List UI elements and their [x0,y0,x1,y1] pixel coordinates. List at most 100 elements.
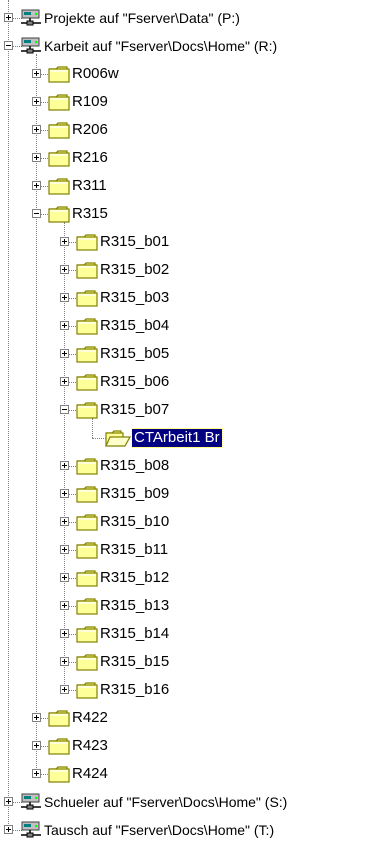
expand-icon[interactable] [32,741,41,750]
tree-item-label: R311 [72,177,107,194]
folder-icon [48,204,70,228]
tree-item-label: CTArbeit1 Br [131,428,223,448]
folder-icon [76,596,98,620]
folder-tree: Projekte auf "Fserver\Data" (P:) Karbeit… [0,0,385,838]
tree-item-drive[interactable]: Tausch auf "Fserver\Docs\Home" (T:) [0,816,385,844]
tree-item-label: Projekte auf "Fserver\Data" (P:) [44,10,240,26]
tree-item-label: R006w [72,65,119,82]
tree-item-folder[interactable]: R422 [0,704,385,732]
tree-item-folder[interactable]: R315_b03 [0,284,385,312]
folder-icon [76,400,98,424]
expand-icon[interactable] [60,685,69,694]
folder-icon [48,708,70,732]
tree-item-drive[interactable]: Schueler auf "Fserver\Docs\Home" (S:) [0,788,385,816]
collapse-icon[interactable] [4,41,13,50]
expand-icon[interactable] [32,153,41,162]
expand-icon[interactable] [60,517,69,526]
tree-item-folder[interactable]: R315_b13 [0,592,385,620]
folder-icon [76,512,98,536]
tree-item-folder[interactable]: R315_b01 [0,228,385,256]
folder-icon [48,764,70,788]
tree-item-folder[interactable]: R315_b02 [0,256,385,284]
tree-item-folder[interactable]: R315_b14 [0,620,385,648]
expand-icon[interactable] [60,237,69,246]
collapse-icon[interactable] [60,405,69,414]
expand-icon[interactable] [60,545,69,554]
tree-item-folder[interactable]: R109 [0,88,385,116]
tree-item-folder[interactable]: R315_b08 [0,452,385,480]
expand-icon[interactable] [60,293,69,302]
tree-item-label: R315_b05 [100,345,170,362]
folder-icon [76,624,98,648]
tree-item-folder[interactable]: CTArbeit1 Br [0,424,385,452]
tree-item-label: R315_b09 [100,485,170,502]
tree-item-folder[interactable]: R315_b10 [0,508,385,536]
tree-item-label: R315_b08 [100,457,170,474]
expand-icon[interactable] [4,797,13,806]
tree-item-folder[interactable]: R216 [0,144,385,172]
tree-item-folder[interactable]: R315_b15 [0,648,385,676]
tree-item-label: R315_b07 [100,401,170,418]
tree-item-label: R315_b13 [100,597,170,614]
tree-item-label: R315_b04 [100,317,170,334]
expand-icon[interactable] [60,573,69,582]
tree-item-folder[interactable]: R006w [0,60,385,88]
folder-icon [76,260,98,284]
expand-icon[interactable] [32,769,41,778]
folder-icon [76,288,98,312]
folder-icon [48,736,70,760]
collapse-icon[interactable] [32,209,41,218]
tree-item-label: R206 [72,121,108,138]
expand-icon[interactable] [32,181,41,190]
expand-icon[interactable] [60,461,69,470]
tree-item-label: Karbeit auf "Fserver\Docs\Home" (R:) [44,38,278,54]
tree-item-label: R315 [72,205,108,222]
tree-item-label: R315_b12 [100,569,170,586]
folder-icon [76,344,98,368]
expand-icon[interactable] [60,657,69,666]
folder-icon [76,680,98,704]
tree-item-label: R109 [72,93,108,110]
expand-icon[interactable] [60,377,69,386]
tree-item-label: R424 [72,765,108,782]
expand-icon[interactable] [60,629,69,638]
expand-icon[interactable] [32,69,41,78]
tree-item-label: Schueler auf "Fserver\Docs\Home" (S:) [44,794,288,810]
tree-item-label: R315_b11 [100,541,169,558]
tree-item-folder[interactable]: R315_b04 [0,312,385,340]
expand-icon[interactable] [60,489,69,498]
tree-item-label: R315_b14 [100,625,170,642]
network-drive-icon [20,792,42,816]
folder-icon [48,148,70,172]
tree-item-folder[interactable]: R315_b06 [0,368,385,396]
expand-icon[interactable] [32,125,41,134]
expand-icon[interactable] [4,825,13,834]
tree-item-folder[interactable]: R423 [0,732,385,760]
tree-item-folder[interactable]: R315_b16 [0,676,385,704]
expand-icon[interactable] [60,601,69,610]
tree-item-folder[interactable]: R315_b07 [0,396,385,424]
network-drive-icon [20,820,42,844]
tree-item-label: R315_b02 [100,261,170,278]
tree-item-folder[interactable]: R424 [0,760,385,788]
tree-item-folder[interactable]: R315_b11 [0,536,385,564]
tree-item-drive[interactable]: Karbeit auf "Fserver\Docs\Home" (R:) [0,32,385,60]
expand-icon[interactable] [60,349,69,358]
network-drive-icon [20,36,42,60]
tree-item-folder[interactable]: R315_b12 [0,564,385,592]
network-drive-icon [20,8,42,32]
expand-icon[interactable] [60,265,69,274]
tree-item-folder[interactable]: R315_b05 [0,340,385,368]
expand-icon[interactable] [32,97,41,106]
tree-item-folder[interactable]: R315_b09 [0,480,385,508]
tree-item-folder[interactable]: R311 [0,172,385,200]
tree-item-folder[interactable]: R315 [0,200,385,228]
expand-icon[interactable] [60,321,69,330]
tree-item-folder[interactable]: R206 [0,116,385,144]
expand-icon[interactable] [32,713,41,722]
folder-icon [48,92,70,116]
tree-item-label: R315_b16 [100,681,170,698]
folder-icon [76,232,98,256]
tree-item-drive[interactable]: Projekte auf "Fserver\Data" (P:) [0,4,385,32]
expand-icon[interactable] [4,13,13,22]
